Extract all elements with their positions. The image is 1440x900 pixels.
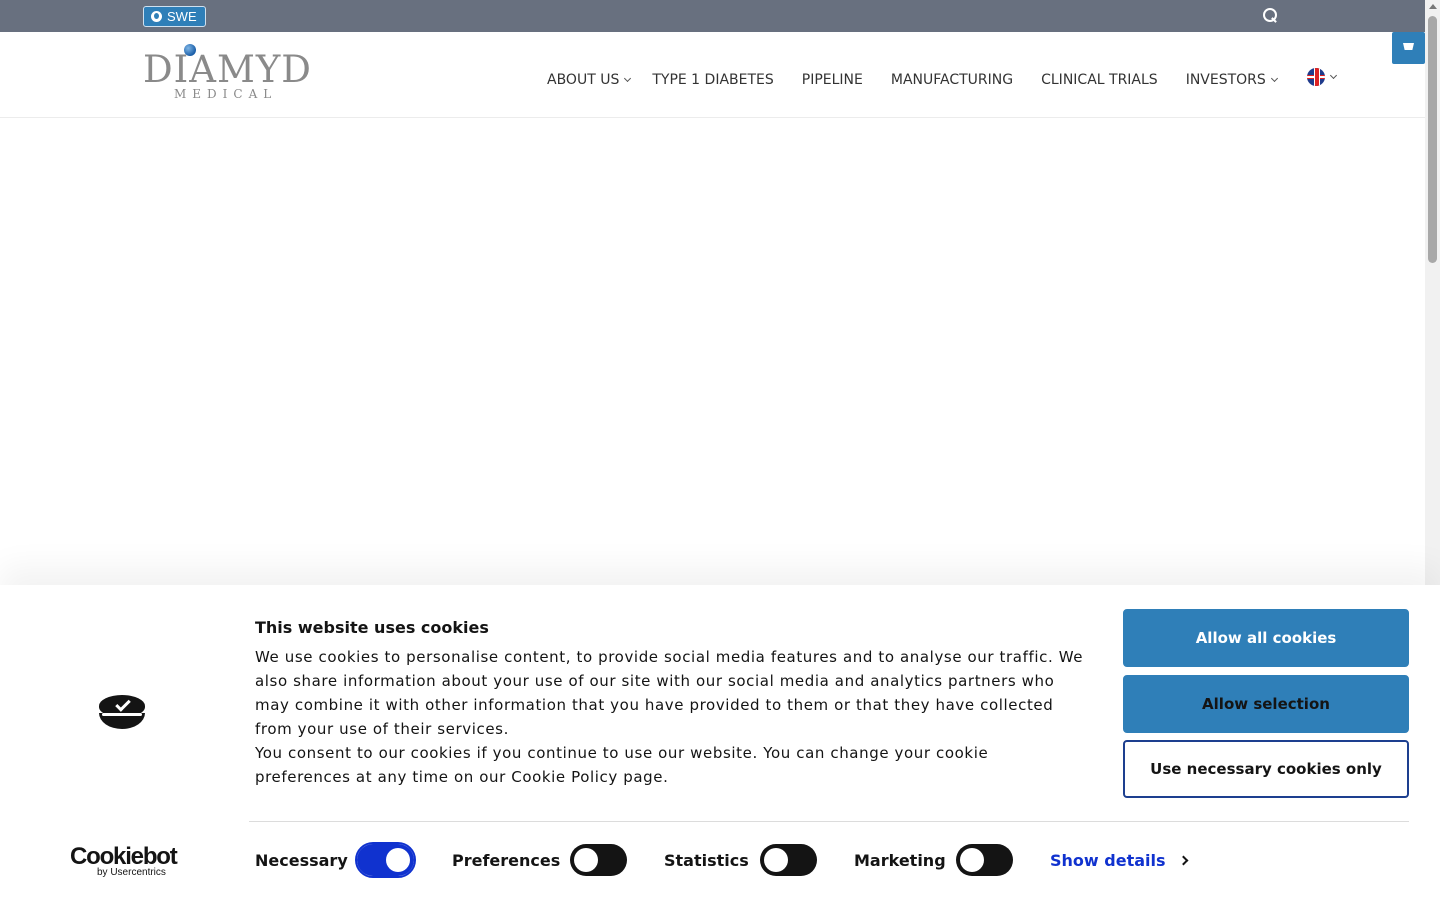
search-icon[interactable] [1263,8,1278,23]
nav-item-pipeline[interactable]: PIPELINE [802,72,863,88]
cookie-banner-title: This website uses cookies [255,618,489,637]
main-nav: ABOUT US TYPE 1 DIABETES PIPELINE MANUFA… [547,68,1337,90]
statistics-toggle[interactable] [760,844,817,876]
necessary-toggle[interactable] [355,842,416,878]
necessary-cookies-only-button[interactable]: Use necessary cookies only [1123,740,1409,798]
cart-button[interactable] [1392,32,1425,64]
nav-item-type-1-diabetes[interactable]: TYPE 1 DIABETES [652,72,773,88]
nav-item-label: PIPELINE [801,72,863,88]
site-header: DIAMYD MEDICAL ABOUT US TYPE 1 DIABETES … [0,32,1425,118]
nav-item-clinical-trials[interactable]: CLINICAL TRIALS [1041,72,1158,88]
cookie-banner-divider [249,821,1409,822]
cookiebot-logo[interactable]: Cookiebot by Usercentrics [70,844,178,878]
toggle-label-statistics: Statistics [664,851,749,870]
nav-item-investors[interactable]: INVESTORS [1185,72,1278,88]
top-utility-bar: SWE [0,0,1425,32]
cookiebot-byline: by Usercentrics [97,867,166,878]
nav-item-label: INVESTORS [1185,72,1266,88]
nav-item-about-us[interactable]: ABOUT US [547,72,632,88]
chevron-down-icon [624,74,632,83]
cookiebot-badge-icon [99,695,145,729]
nav-item-manufacturing[interactable]: MANUFACTURING [891,72,1013,88]
cookie-banner-text: We use cookies to personalise content, t… [255,645,1085,789]
nav-item-label: TYPE 1 DIABETES [652,72,774,88]
language-switch-button[interactable]: SWE [143,6,206,27]
show-details-label: Show details [1050,851,1166,870]
cookie-banner-paragraph: We use cookies to personalise content, t… [255,648,1084,738]
show-details-link[interactable]: Show details [1050,851,1188,870]
scroll-up-arrow-icon[interactable] [1429,4,1437,9]
globe-icon [151,11,162,22]
logo-subtitle: MEDICAL [174,87,278,101]
chevron-right-icon [1178,855,1188,866]
language-switch-label: SWE [167,9,197,24]
allow-selection-button[interactable]: Allow selection [1123,675,1409,733]
language-flag-dropdown[interactable] [1306,68,1337,86]
cookie-banner-paragraph: You consent to our cookies if you contin… [255,744,989,786]
nav-item-label: CLINICAL TRIALS [1041,72,1158,88]
cart-icon [1403,43,1414,50]
marketing-toggle[interactable] [956,844,1013,876]
toggle-label-preferences: Preferences [452,851,561,870]
nav-item-label: MANUFACTURING [890,72,1014,88]
toggle-label-necessary: Necessary [255,851,348,870]
uk-flag-icon [1306,68,1325,86]
preferences-toggle[interactable] [570,844,627,876]
scrollbar-thumb[interactable] [1428,16,1437,263]
logo-wordmark: DIAMYD [143,48,312,91]
cookie-consent-banner: This website uses cookies We use cookies… [0,585,1440,900]
toggle-label-marketing: Marketing [854,851,946,870]
chevron-down-icon [1270,74,1278,83]
allow-all-cookies-button[interactable]: Allow all cookies [1123,609,1409,667]
nav-item-label: ABOUT US [547,72,620,88]
chevron-down-icon [1329,71,1337,80]
diamyd-logo[interactable]: DIAMYD MEDICAL [143,44,311,104]
